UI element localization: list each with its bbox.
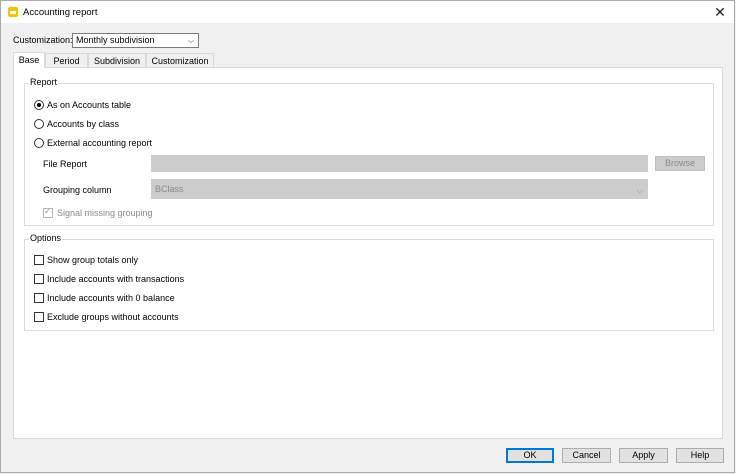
tab-panel-base: Report As on Accounts table Accounts by …	[13, 67, 723, 439]
cancel-button[interactable]: Cancel	[562, 448, 611, 463]
ok-button[interactable]: OK	[506, 448, 554, 463]
show-group-totals-label[interactable]: Show group totals only	[47, 255, 138, 265]
file-report-input[interactable]	[151, 155, 648, 172]
customization-value: Monthly subdivision	[76, 35, 155, 45]
radio-external-accounting-report[interactable]	[34, 138, 44, 148]
tab-customization[interactable]: Customization	[146, 53, 214, 67]
customization-label: Customization:	[13, 35, 73, 45]
radio-as-on-accounts-table[interactable]	[34, 100, 44, 110]
exclude-groups-without-accounts-checkbox[interactable]	[34, 312, 44, 322]
tab-subdivision[interactable]: Subdivision	[88, 53, 146, 67]
radio-accounts-by-class[interactable]	[34, 119, 44, 129]
radio-label-external-accounting-report[interactable]: External accounting report	[47, 138, 152, 148]
file-report-label: File Report	[43, 159, 88, 169]
close-icon[interactable]: ✕	[712, 4, 728, 20]
chevron-down-icon: ⌵	[187, 36, 194, 45]
grouping-column-select[interactable]: BClass ⌵	[151, 179, 648, 199]
signal-missing-grouping-label: Signal missing grouping	[57, 208, 153, 218]
show-group-totals-checkbox[interactable]	[34, 255, 44, 265]
apply-button[interactable]: Apply	[619, 448, 668, 463]
title-bar: Accounting report ✕	[1, 1, 734, 23]
radio-label-as-on-accounts-table[interactable]: As on Accounts table	[47, 100, 131, 110]
tab-base[interactable]: Base	[13, 52, 45, 68]
grouping-column-label: Grouping column	[43, 185, 112, 195]
customization-select[interactable]: Monthly subdivision ⌵	[72, 33, 199, 48]
dialog-window: Accounting report ✕ Customization: Month…	[0, 0, 735, 473]
exclude-groups-without-accounts-label[interactable]: Exclude groups without accounts	[47, 312, 179, 322]
options-group-title: Options	[29, 233, 63, 243]
include-accounts-with-zero-balance-label[interactable]: Include accounts with 0 balance	[47, 293, 175, 303]
help-button[interactable]: Help	[676, 448, 724, 463]
window-title: Accounting report	[23, 7, 98, 18]
include-accounts-with-transactions-label[interactable]: Include accounts with transactions	[47, 274, 184, 284]
report-group-title: Report	[29, 77, 59, 87]
tab-period[interactable]: Period	[45, 53, 88, 67]
signal-missing-grouping-checkbox[interactable]	[43, 206, 53, 218]
include-accounts-with-transactions-checkbox[interactable]	[34, 274, 44, 284]
chevron-down-icon: ⌵	[636, 186, 643, 195]
options-group: Options Show group totals only Include a…	[24, 233, 714, 331]
browse-button[interactable]: Browse	[655, 156, 705, 171]
include-accounts-with-zero-balance-checkbox[interactable]	[34, 293, 44, 303]
grouping-column-value: BClass	[155, 184, 184, 194]
app-icon	[8, 7, 18, 17]
report-group: Report As on Accounts table Accounts by …	[24, 77, 714, 226]
radio-label-accounts-by-class[interactable]: Accounts by class	[47, 119, 119, 129]
